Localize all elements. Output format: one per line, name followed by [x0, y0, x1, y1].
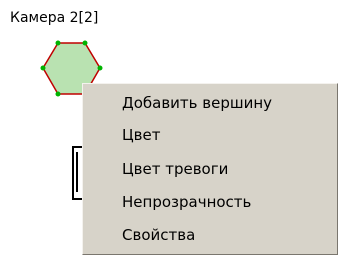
zone-vertex-handle[interactable]	[82, 40, 88, 46]
menu-item-properties[interactable]: Свойства	[86, 220, 334, 250]
zone-vertex-handle[interactable]	[55, 91, 61, 97]
zone-vertex-handle[interactable]	[40, 65, 46, 71]
context-menu: Добавить вершину Цвет Цвет тревоги Непро…	[82, 83, 338, 255]
menu-item-add-vertex[interactable]: Добавить вершину	[86, 88, 334, 118]
menu-item-color[interactable]: Цвет	[86, 120, 334, 150]
menu-item-alarm-color[interactable]: Цвет тревоги	[86, 154, 334, 184]
menu-item-opacity[interactable]: Непрозрачность	[86, 187, 334, 217]
zone-vertex-handle[interactable]	[55, 40, 61, 46]
zone-vertex-handle[interactable]	[97, 65, 103, 71]
